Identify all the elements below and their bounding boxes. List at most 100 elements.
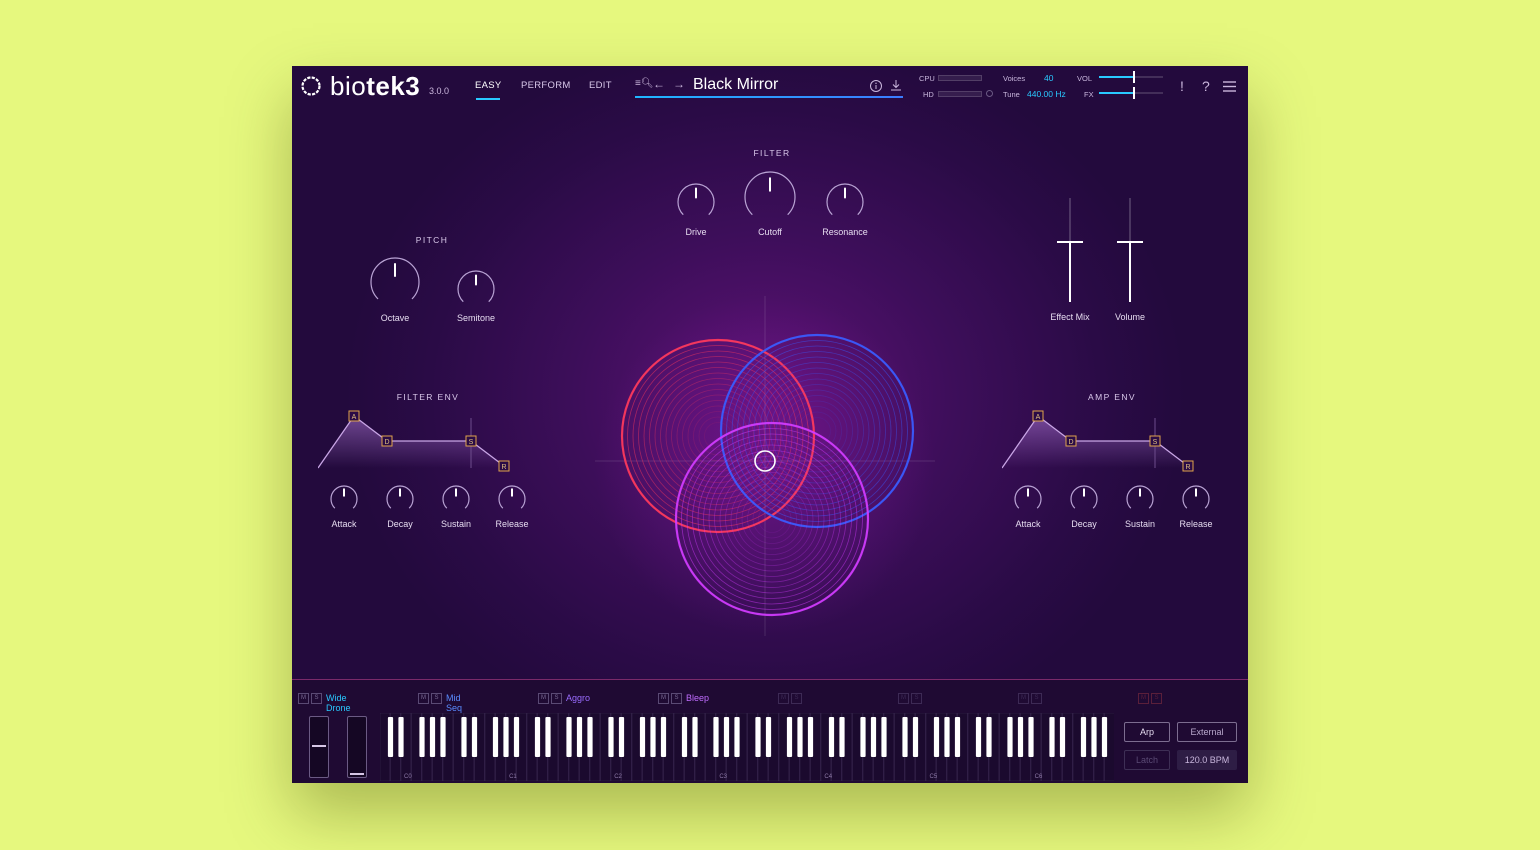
mod-wheel[interactable] bbox=[347, 716, 367, 778]
black-key[interactable] bbox=[954, 717, 961, 757]
amp-env-sustain-knob[interactable] bbox=[1125, 484, 1155, 514]
filter-env-decay-point[interactable]: D bbox=[381, 435, 393, 447]
amp-env-decay-point[interactable]: D bbox=[1065, 435, 1077, 447]
amp-env-release-point[interactable]: R bbox=[1182, 460, 1194, 472]
tab-perform[interactable]: PERFORM bbox=[521, 80, 571, 91]
black-key[interactable] bbox=[723, 717, 730, 757]
black-key[interactable] bbox=[734, 717, 740, 757]
layer-solo-button[interactable]: S bbox=[1151, 693, 1162, 704]
fx-level-slider[interactable] bbox=[1099, 87, 1163, 99]
black-key[interactable] bbox=[902, 717, 908, 757]
layer-mute-button[interactable]: M bbox=[418, 693, 429, 704]
filter-env-decay-knob[interactable] bbox=[385, 484, 415, 514]
black-key[interactable] bbox=[881, 717, 887, 757]
bpm-display[interactable]: 120.0 BPM bbox=[1177, 750, 1237, 770]
layer-mute-button[interactable]: M bbox=[538, 693, 549, 704]
black-key[interactable] bbox=[608, 717, 614, 757]
black-key[interactable] bbox=[461, 717, 467, 757]
black-key[interactable] bbox=[807, 717, 814, 757]
black-key[interactable] bbox=[545, 717, 551, 757]
black-key[interactable] bbox=[1028, 717, 1034, 757]
tab-edit[interactable]: EDIT bbox=[589, 80, 612, 91]
layer-solo-button[interactable]: S bbox=[671, 693, 682, 704]
black-key[interactable] bbox=[681, 717, 688, 757]
black-key[interactable] bbox=[429, 717, 436, 757]
black-key[interactable] bbox=[755, 717, 761, 757]
pitch-semitone-knob[interactable] bbox=[456, 269, 496, 309]
amp-env-attack-point[interactable]: A bbox=[1032, 410, 1044, 422]
black-key[interactable] bbox=[1080, 717, 1087, 757]
black-key[interactable] bbox=[933, 717, 940, 757]
black-key[interactable] bbox=[1017, 717, 1024, 757]
black-key[interactable] bbox=[566, 717, 572, 757]
help-icon[interactable]: ? bbox=[1202, 78, 1210, 94]
black-key[interactable] bbox=[650, 717, 656, 757]
black-key[interactable] bbox=[975, 717, 982, 757]
layer-mute-button[interactable]: M bbox=[1018, 693, 1029, 704]
filter-env-attack-knob[interactable] bbox=[329, 484, 359, 514]
black-key[interactable] bbox=[797, 717, 803, 757]
amp-env-decay-knob[interactable] bbox=[1069, 484, 1099, 514]
xy-morph-circles-visualizer[interactable] bbox=[595, 296, 935, 636]
filter-resonance-knob[interactable] bbox=[825, 182, 865, 222]
filter-env-sustain-point[interactable]: S bbox=[465, 435, 477, 447]
layer-mute-button[interactable]: M bbox=[778, 693, 789, 704]
black-key[interactable] bbox=[618, 717, 625, 757]
voices-value[interactable]: 40 bbox=[1044, 73, 1053, 83]
black-key[interactable] bbox=[440, 717, 446, 757]
save-download-icon[interactable] bbox=[889, 78, 903, 92]
layer-solo-button[interactable]: S bbox=[1031, 693, 1042, 704]
filter-env-sustain-knob[interactable] bbox=[441, 484, 471, 514]
black-key[interactable] bbox=[503, 717, 509, 757]
layer-solo-button[interactable]: S bbox=[791, 693, 802, 704]
black-key[interactable] bbox=[828, 717, 835, 757]
black-key[interactable] bbox=[839, 717, 845, 757]
arp-button[interactable]: Arp bbox=[1124, 722, 1170, 742]
black-key[interactable] bbox=[860, 717, 866, 757]
layer-mute-button[interactable]: M bbox=[1138, 693, 1149, 704]
black-key[interactable] bbox=[398, 717, 404, 757]
latch-button[interactable]: Latch bbox=[1124, 750, 1170, 770]
black-key[interactable] bbox=[660, 717, 667, 757]
black-key[interactable] bbox=[1049, 717, 1055, 757]
layer-mute-button[interactable]: M bbox=[658, 693, 669, 704]
black-key[interactable] bbox=[1101, 717, 1108, 757]
black-key[interactable] bbox=[713, 717, 719, 757]
layer-solo-button[interactable]: S bbox=[431, 693, 442, 704]
next-preset-arrow-icon[interactable]: → bbox=[673, 77, 685, 91]
filter-env-release-point[interactable]: R bbox=[498, 460, 510, 472]
black-key[interactable] bbox=[870, 717, 877, 757]
external-button[interactable]: External bbox=[1177, 722, 1237, 742]
layer-solo-button[interactable]: S bbox=[551, 693, 562, 704]
filter-env-release-knob[interactable] bbox=[497, 484, 527, 514]
preset-search-icon[interactable]: ≡🔍︎ bbox=[635, 78, 654, 89]
amp-env-graph[interactable]: A D S R bbox=[1002, 406, 1202, 472]
tab-easy[interactable]: EASY bbox=[475, 80, 502, 91]
black-key[interactable] bbox=[576, 717, 583, 757]
amp-env-sustain-point[interactable]: S bbox=[1149, 435, 1161, 447]
layer-mute-button[interactable]: M bbox=[898, 693, 909, 704]
master-volume-slider[interactable] bbox=[1099, 71, 1163, 83]
black-key[interactable] bbox=[513, 717, 520, 757]
black-key[interactable] bbox=[912, 717, 919, 757]
black-key[interactable] bbox=[765, 717, 772, 757]
black-key[interactable] bbox=[419, 717, 425, 757]
preset-name[interactable]: Black Mirror bbox=[693, 76, 778, 94]
black-key[interactable] bbox=[639, 717, 646, 757]
black-key[interactable] bbox=[492, 717, 499, 757]
black-key[interactable] bbox=[1059, 717, 1066, 757]
tune-value[interactable]: 440.00 Hz bbox=[1027, 89, 1066, 99]
filter-env-attack-point[interactable]: A bbox=[348, 410, 360, 422]
black-key[interactable] bbox=[944, 717, 950, 757]
layer-solo-button[interactable]: S bbox=[311, 693, 322, 704]
black-key[interactable] bbox=[692, 717, 698, 757]
preset-info-icon[interactable] bbox=[869, 79, 883, 93]
layer-solo-button[interactable]: S bbox=[911, 693, 922, 704]
volume-slider[interactable] bbox=[1115, 198, 1145, 302]
layer-mute-button[interactable]: M bbox=[298, 693, 309, 704]
effect-mix-slider[interactable] bbox=[1055, 198, 1085, 302]
black-key[interactable] bbox=[534, 717, 541, 757]
pitch-bend-wheel[interactable] bbox=[309, 716, 329, 778]
alert-icon[interactable]: ! bbox=[1180, 78, 1184, 94]
black-key[interactable] bbox=[587, 717, 593, 757]
